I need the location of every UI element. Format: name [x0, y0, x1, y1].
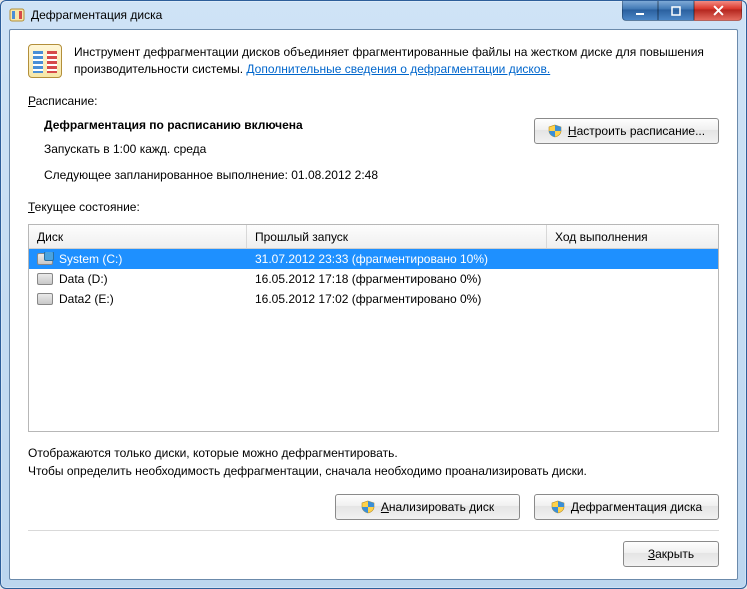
table-header: Диск Прошлый запуск Ход выполнения [29, 225, 718, 249]
schedule-info: Дефрагментация по расписанию включена За… [28, 118, 378, 194]
analyze-button[interactable]: Анализировать диск [335, 494, 520, 520]
schedule-run-at: Запускать в 1:00 кажд. среда [44, 142, 378, 156]
defrag-icon [28, 44, 62, 78]
close-dialog-button[interactable]: Закрыть [623, 541, 719, 567]
hint-line-2: Чтобы определить необходимость дефрагмен… [28, 464, 719, 478]
table-row[interactable]: Data2 (E:) 16.05.2012 17:02 (фрагментиров… [29, 289, 718, 309]
titlebar[interactable]: Дефрагментация диска [1, 1, 746, 29]
maximize-button[interactable] [658, 1, 694, 21]
shield-icon [361, 500, 375, 514]
action-row: Анализировать диск Дефрагментация диска [28, 482, 719, 531]
table-row[interactable]: Data (D:) 16.05.2012 17:18 (фрагментирова… [29, 269, 718, 289]
shield-icon [548, 124, 562, 138]
table-row[interactable]: System (C:) 31.07.2012 23:33 (фрагментиро… [29, 249, 718, 269]
shield-icon [551, 500, 565, 514]
col-last-header[interactable]: Прошлый запуск [247, 225, 547, 248]
col-disk-header[interactable]: Диск [29, 225, 247, 248]
last-run: 16.05.2012 17:18 (фрагментировано 0%) [247, 272, 547, 286]
close-row: Закрыть [28, 541, 719, 567]
intro-text: Инструмент дефрагментации дисков объедин… [74, 44, 719, 78]
defragment-button[interactable]: Дефрагментация диска [534, 494, 719, 520]
table-body: System (C:) 31.07.2012 23:33 (фрагментиро… [29, 249, 718, 309]
schedule-enabled-heading: Дефрагментация по расписанию включена [44, 118, 378, 132]
schedule-row: Дефрагментация по расписанию включена За… [28, 118, 719, 194]
close-button[interactable] [694, 1, 742, 21]
disk-name: Data2 (E:) [59, 292, 114, 306]
schedule-next-run: Следующее запланированное выполнение: 01… [44, 168, 378, 182]
window-controls [622, 5, 742, 25]
drive-icon [37, 253, 53, 265]
configure-schedule-button[interactable]: Настроить расписание... [534, 118, 719, 144]
disk-table: Диск Прошлый запуск Ход выполнения Syste… [28, 224, 719, 432]
window-title: Дефрагментация диска [31, 8, 622, 22]
last-run: 31.07.2012 23:33 (фрагментировано 10%) [247, 252, 547, 266]
schedule-label: Расписание: [28, 94, 719, 108]
minimize-button[interactable] [622, 1, 658, 21]
help-link[interactable]: Дополнительные сведения о дефрагментации… [246, 62, 550, 76]
disk-name: Data (D:) [59, 272, 108, 286]
hint-line-1: Отображаются только диски, которые можно… [28, 446, 719, 460]
status-label: Текущее состояние: [28, 200, 719, 214]
drive-icon [37, 293, 53, 305]
col-progress-header[interactable]: Ход выполнения [547, 225, 718, 248]
drive-icon [37, 273, 53, 285]
intro-block: Инструмент дефрагментации дисков объедин… [28, 44, 719, 78]
app-icon [9, 7, 25, 23]
client-area: Инструмент дефрагментации дисков объедин… [9, 29, 738, 580]
app-window: Дефрагментация диска Инструмент дефрагме… [0, 0, 747, 589]
last-run: 16.05.2012 17:02 (фрагментировано 0%) [247, 292, 547, 306]
disk-name: System (C:) [59, 252, 122, 266]
